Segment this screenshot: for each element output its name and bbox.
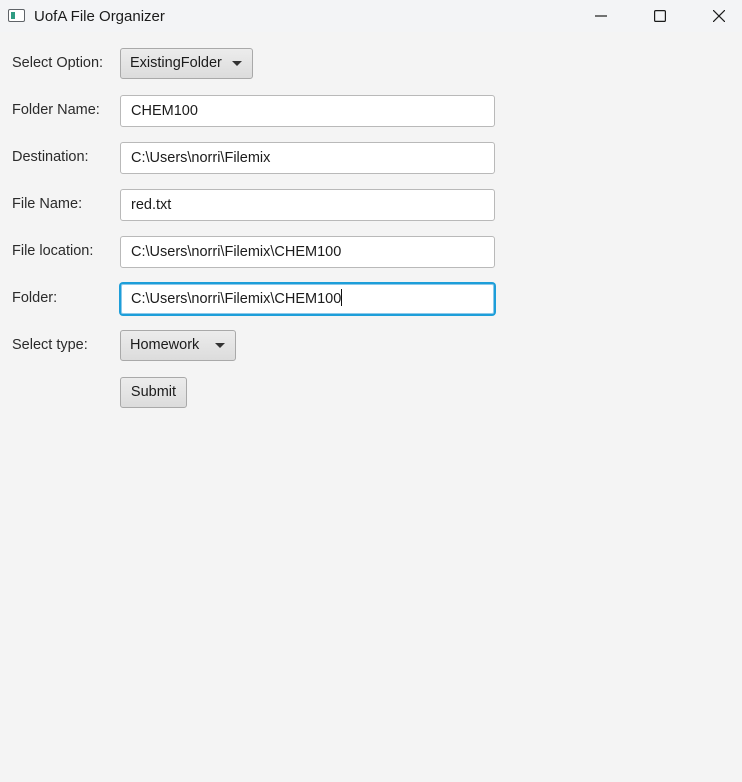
folder-name-label: Folder Name: xyxy=(12,102,100,118)
file-location-value: C:\Users\norri\Filemix\CHEM100 xyxy=(131,244,342,260)
close-button[interactable] xyxy=(696,0,742,32)
title-bar[interactable]: UofA File Organizer xyxy=(0,0,742,32)
chevron-down-icon xyxy=(215,343,225,348)
folder-name-value: CHEM100 xyxy=(131,103,198,119)
text-caret xyxy=(341,289,343,306)
select-type-label: Select type: xyxy=(12,337,88,353)
close-icon xyxy=(713,10,725,22)
maximize-icon xyxy=(654,10,666,22)
folder-value: C:\Users\norri\Filemix\CHEM100 xyxy=(131,291,342,307)
minimize-button[interactable] xyxy=(578,0,624,32)
select-option-label: Select Option: xyxy=(12,55,104,71)
folder-input[interactable]: C:\Users\norri\Filemix\CHEM100 xyxy=(120,283,495,315)
select-type-combobox[interactable]: Homework xyxy=(120,330,236,361)
window-title: UofA File Organizer xyxy=(34,8,165,25)
destination-label: Destination: xyxy=(12,149,89,165)
chevron-down-icon xyxy=(232,61,242,66)
file-name-input[interactable]: red.txt xyxy=(120,189,495,221)
destination-input[interactable]: C:\Users\norri\Filemix xyxy=(120,142,495,174)
minimize-icon xyxy=(595,15,607,17)
submit-button[interactable]: Submit xyxy=(120,377,187,408)
select-option-value: ExistingFolder xyxy=(130,55,222,71)
maximize-button[interactable] xyxy=(637,0,683,32)
folder-label: Folder: xyxy=(12,290,58,306)
file-name-label: File Name: xyxy=(12,196,83,212)
file-location-input[interactable]: C:\Users\norri\Filemix\CHEM100 xyxy=(120,236,495,268)
select-option-combobox[interactable]: ExistingFolder xyxy=(120,48,253,79)
file-location-label: File location: xyxy=(12,243,94,259)
folder-name-input[interactable]: CHEM100 xyxy=(120,95,495,127)
destination-value: C:\Users\norri\Filemix xyxy=(131,150,271,166)
file-name-value: red.txt xyxy=(131,197,172,213)
select-type-value: Homework xyxy=(130,337,200,353)
app-window-icon xyxy=(8,9,25,22)
